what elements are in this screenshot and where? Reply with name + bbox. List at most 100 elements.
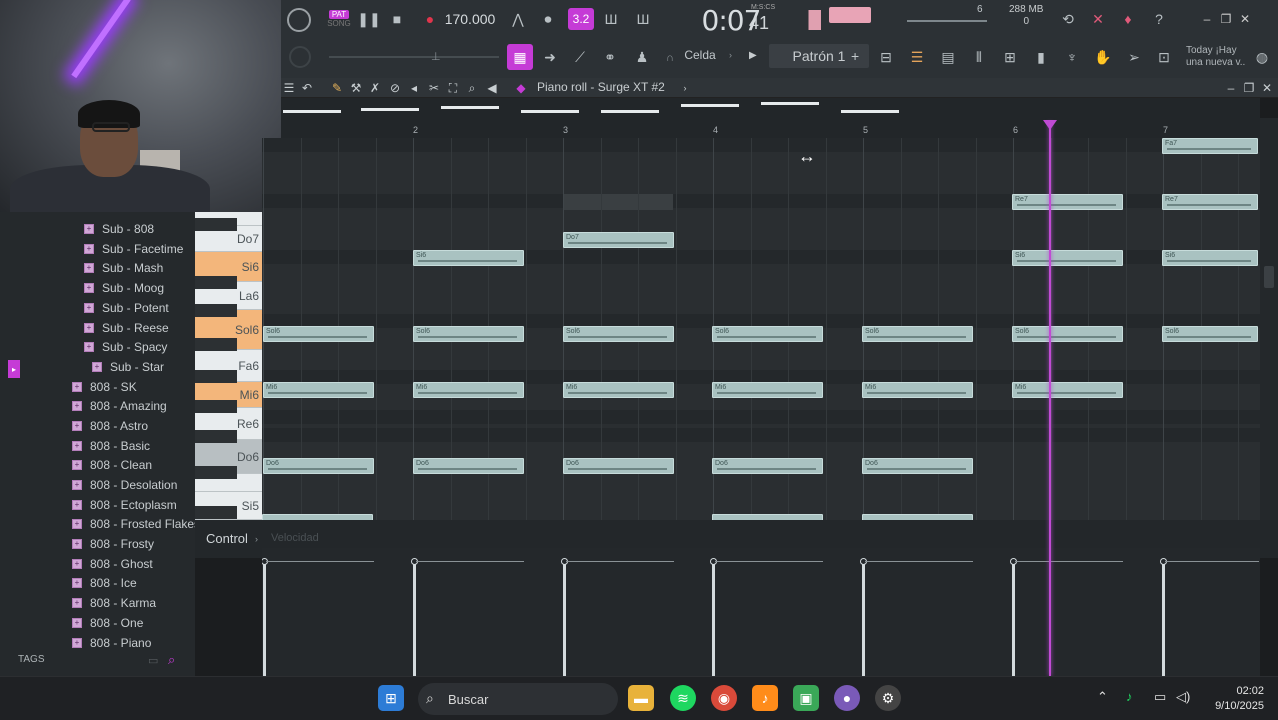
playback-tool-icon[interactable]: ◀ bbox=[484, 80, 500, 96]
touch-controller-icon[interactable]: ✋ bbox=[1092, 46, 1114, 68]
arrow-right-icon[interactable]: ➜ bbox=[539, 46, 561, 68]
send-icon[interactable]: ➢ bbox=[1123, 46, 1145, 68]
chat-app-icon[interactable]: ● bbox=[834, 685, 860, 711]
pause-icon[interactable]: ❚❚ bbox=[357, 8, 380, 30]
browser-item[interactable]: + Sub - Moog bbox=[84, 278, 164, 297]
delete-tool-icon[interactable]: ✗ bbox=[367, 80, 383, 96]
velocity-bar[interactable] bbox=[263, 562, 266, 676]
velocity-bar[interactable] bbox=[1162, 562, 1165, 676]
undo-history-icon[interactable]: ⟲ bbox=[1057, 8, 1079, 30]
draw-mode-icon[interactable]: ⟋ bbox=[569, 46, 591, 68]
note-block[interactable]: Mi6 bbox=[263, 382, 374, 398]
link-icon[interactable]: ⚭ bbox=[599, 46, 621, 68]
note-block[interactable]: Do6 bbox=[862, 458, 973, 474]
brush-icon[interactable]: ⚒ bbox=[348, 80, 364, 96]
fl-studio-icon[interactable]: ♪ bbox=[752, 685, 778, 711]
browser-item[interactable]: +808 - SK bbox=[72, 377, 137, 396]
black-key[interactable] bbox=[195, 304, 237, 317]
note-block[interactable]: Sol6 bbox=[413, 326, 524, 342]
tempo-slider[interactable] bbox=[329, 56, 499, 58]
pr-minimize-icon[interactable]: – bbox=[1223, 80, 1239, 96]
note-block[interactable]: Si6 bbox=[1162, 250, 1258, 266]
velocity-bar[interactable] bbox=[1012, 562, 1015, 676]
steam-icon[interactable]: ⚙ bbox=[875, 685, 901, 711]
pattern-prev-icon[interactable]: ▶ bbox=[749, 50, 757, 61]
taskbar-clock[interactable]: 02:02 9/10/2025 bbox=[1202, 684, 1264, 714]
browser-item[interactable]: +808 - Karma bbox=[72, 593, 156, 612]
zoom-tool-icon[interactable]: ⌕ bbox=[464, 80, 480, 96]
master-pitch-knob[interactable] bbox=[289, 46, 311, 68]
tray-network-icon[interactable]: ▭ bbox=[1154, 689, 1166, 705]
pr-restore-icon[interactable]: ❐ bbox=[1241, 80, 1257, 96]
note-block[interactable]: Sol6 bbox=[862, 326, 973, 342]
browser-item[interactable]: +808 - One bbox=[72, 613, 143, 632]
add-pattern-icon[interactable]: + bbox=[851, 48, 859, 64]
browser-item[interactable]: +808 - Amazing bbox=[72, 396, 167, 415]
black-key[interactable] bbox=[195, 466, 237, 479]
note-block[interactable]: Mi6 bbox=[413, 382, 524, 398]
black-key[interactable] bbox=[195, 506, 237, 519]
step-edit-button[interactable]: 3.2 bbox=[568, 8, 594, 30]
note-block[interactable]: Mi6 bbox=[712, 382, 823, 398]
undo-icon[interactable]: ↶ bbox=[299, 80, 315, 96]
wrench-icon[interactable]: ✕ bbox=[1087, 8, 1109, 30]
note-block[interactable]: Sol6 bbox=[1162, 326, 1258, 342]
tempo-display[interactable]: 170.000 bbox=[445, 8, 496, 30]
timeline-ruler[interactable]: 2 3 4 5 6 7 bbox=[281, 98, 1260, 138]
minimize-icon[interactable]: – bbox=[1199, 11, 1215, 27]
playlist-icon[interactable]: ⊟ bbox=[875, 46, 897, 68]
note-block[interactable]: Mi6 bbox=[1012, 382, 1123, 398]
snap-selector[interactable]: Celda bbox=[665, 44, 735, 66]
pr-close-icon[interactable]: ✕ bbox=[1259, 80, 1275, 96]
black-key[interactable] bbox=[195, 370, 237, 383]
browser-item[interactable]: +808 - Desolation bbox=[72, 475, 177, 494]
note-block[interactable]: Re7 bbox=[1162, 194, 1258, 210]
browser-item[interactable]: +808 - Astro bbox=[72, 416, 148, 435]
restore-icon[interactable]: ❐ bbox=[1218, 11, 1234, 27]
browser-item[interactable]: + Sub - Reese bbox=[84, 318, 169, 337]
note-block[interactable]: Sol6 bbox=[563, 326, 674, 342]
chrome-icon[interactable]: ◉ bbox=[711, 685, 737, 711]
note-block[interactable]: Do7 bbox=[563, 232, 674, 248]
note-block[interactable]: Sol6 bbox=[1012, 326, 1123, 342]
tray-mic-icon[interactable]: ♪ bbox=[1126, 689, 1133, 704]
black-key[interactable] bbox=[195, 430, 237, 443]
velocity-bar[interactable] bbox=[712, 562, 715, 676]
control-arrow-icon[interactable]: › bbox=[255, 534, 258, 544]
control-param[interactable]: Velocidad bbox=[271, 532, 319, 544]
project-icon[interactable]: ▮ bbox=[1030, 46, 1052, 68]
oscilloscope-display[interactable] bbox=[829, 7, 871, 23]
note-block[interactable]: Mi6 bbox=[563, 382, 674, 398]
stop-icon[interactable]: ■ bbox=[386, 8, 408, 30]
step-sequencer-icon[interactable]: ☰ bbox=[906, 46, 928, 68]
shop-icon[interactable]: ⊡ bbox=[1153, 46, 1175, 68]
black-key[interactable] bbox=[195, 400, 237, 413]
tray-volume-icon[interactable]: ◁) bbox=[1176, 689, 1190, 705]
note-block[interactable]: Fa7 bbox=[1162, 138, 1258, 154]
browser-item[interactable]: +808 - Ice bbox=[72, 573, 137, 592]
browser-item[interactable]: +808 - Basic bbox=[72, 436, 150, 455]
wait-input-icon[interactable]: ⏺ bbox=[537, 8, 559, 30]
note-block[interactable]: Si6 bbox=[413, 250, 524, 266]
note-grid[interactable]: Fa7 Re7 Re7 Do7 Si6 Si6 Si6 Sol6 Sol6 Sol6 Sol6 Sol… bbox=[262, 138, 1260, 520]
browser-item[interactable]: +808 - Frosted Flakes bbox=[72, 514, 200, 533]
tray-expand-icon[interactable]: ⌃ bbox=[1097, 689, 1108, 705]
windows-start-icon[interactable]: ⊞ bbox=[378, 685, 404, 711]
plugin-picker-icon[interactable]: ♆ bbox=[1061, 46, 1083, 68]
pat-song-toggle[interactable]: PAT SONG bbox=[324, 6, 354, 32]
slip-tool-icon[interactable]: ◂ bbox=[406, 80, 422, 96]
browser-item[interactable]: + Sub - 808 bbox=[84, 219, 154, 238]
slider-handle-icon[interactable]: ⊥ bbox=[431, 50, 441, 63]
note-block[interactable]: Sol6 bbox=[263, 326, 374, 342]
android-studio-icon[interactable]: ▣ bbox=[793, 685, 819, 711]
select-tool-icon[interactable]: ⛶ bbox=[445, 80, 461, 96]
taskbar-search[interactable]: ⌕ Buscar bbox=[418, 683, 618, 715]
vertical-scrollbar[interactable] bbox=[1260, 118, 1278, 520]
metronome-icon[interactable]: ⋀ bbox=[507, 8, 529, 30]
note-block[interactable]: Si6 bbox=[1012, 250, 1123, 266]
mixer-icon[interactable]: ⫴ bbox=[968, 46, 990, 68]
browser-item[interactable]: + Sub - Spacy bbox=[84, 337, 167, 356]
browser-item[interactable]: + Sub - Potent bbox=[84, 298, 169, 317]
menu-icon[interactable]: ☰ bbox=[281, 80, 297, 96]
velocity-lane[interactable] bbox=[262, 548, 1260, 676]
